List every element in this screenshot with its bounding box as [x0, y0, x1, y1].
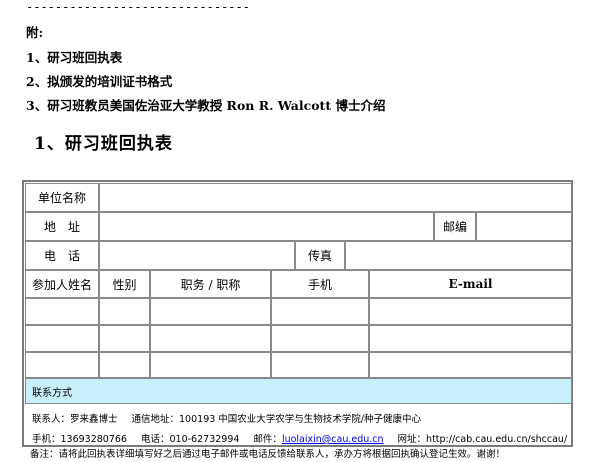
contact-email-link[interactable]: luolaixin@cau.edu.cn [282, 434, 384, 445]
attachment-item-1: 1、研习班回执表 [26, 50, 123, 65]
attachment-item-2: 2、拟颁发的培训证书格式 [26, 74, 173, 89]
postcode-field[interactable] [476, 212, 572, 241]
participant-name-cell[interactable] [25, 325, 99, 352]
section-heading: 1、研习班回执表 [34, 134, 173, 154]
contact-phone: 电话：010-62732994 [141, 434, 240, 445]
participant-title-cell[interactable] [150, 325, 271, 352]
registration-form: 单位名称 地 址 邮编 电 话 传真 参加人姓名 性别 职务 / 职称 手机 E… [22, 180, 573, 447]
phone-label: 电 话 [25, 241, 99, 270]
participant-title-cell[interactable] [150, 298, 271, 325]
contact-address: 通信地址：100193 中国农业大学农学与生物技术学院/种子健康中心 [131, 414, 422, 425]
footer-note: 备注：请将此回执表详细填写好之后通过电子邮件或电话反馈给联系人，承办方将根据回执… [30, 449, 506, 460]
participant-name-cell[interactable] [25, 298, 99, 325]
participant-gender-cell[interactable] [99, 298, 150, 325]
column-header-name: 参加人姓名 [25, 270, 99, 298]
participant-mobile-cell[interactable] [271, 325, 369, 352]
phone-field[interactable] [99, 241, 295, 270]
contact-person: 联系人：罗来鑫博士 [32, 414, 118, 425]
contact-mobile: 手机：13693280766 [32, 434, 127, 445]
column-header-email: E-mail [369, 270, 572, 298]
fax-field[interactable] [345, 241, 572, 270]
unit-name-label: 单位名称 [25, 183, 99, 212]
column-header-title: 职务 / 职称 [150, 270, 271, 298]
fax-label: 传真 [295, 241, 345, 270]
contact-section-label: 联系方式 [25, 378, 572, 404]
participant-gender-cell[interactable] [99, 352, 150, 378]
separator-line: ------------------------------- [26, 0, 250, 14]
address-label: 地 址 [25, 212, 99, 241]
contact-email-label: 邮件： [253, 434, 282, 445]
participant-title-cell[interactable] [150, 352, 271, 378]
participant-name-cell[interactable] [25, 352, 99, 378]
participant-email-cell[interactable] [369, 298, 572, 325]
postcode-label: 邮编 [434, 212, 476, 241]
attachments-title: 附: [26, 25, 44, 40]
participant-gender-cell[interactable] [99, 325, 150, 352]
column-header-gender: 性别 [99, 270, 150, 298]
contact-website[interactable]: 网址：http://cab.cau.edu.cn/shccau/ [398, 434, 568, 445]
participant-email-cell[interactable] [369, 325, 572, 352]
participant-mobile-cell[interactable] [271, 352, 369, 378]
participant-mobile-cell[interactable] [271, 298, 369, 325]
participant-email-cell[interactable] [369, 352, 572, 378]
column-header-mobile: 手机 [271, 270, 369, 298]
unit-name-field[interactable] [99, 183, 572, 212]
address-field[interactable] [99, 212, 434, 241]
contact-line-2: 手机：13693280766 电话：010-62732994 邮件：luolaixi… [32, 431, 567, 445]
attachment-item-3: 3、研习班教员美国佐治亚大学教授 Ron R. Walcott 博士介绍 [26, 98, 386, 113]
contact-line-1: 联系人：罗来鑫博士 通信地址：100193 中国农业大学农学与生物技术学院/种子健… [32, 411, 421, 425]
